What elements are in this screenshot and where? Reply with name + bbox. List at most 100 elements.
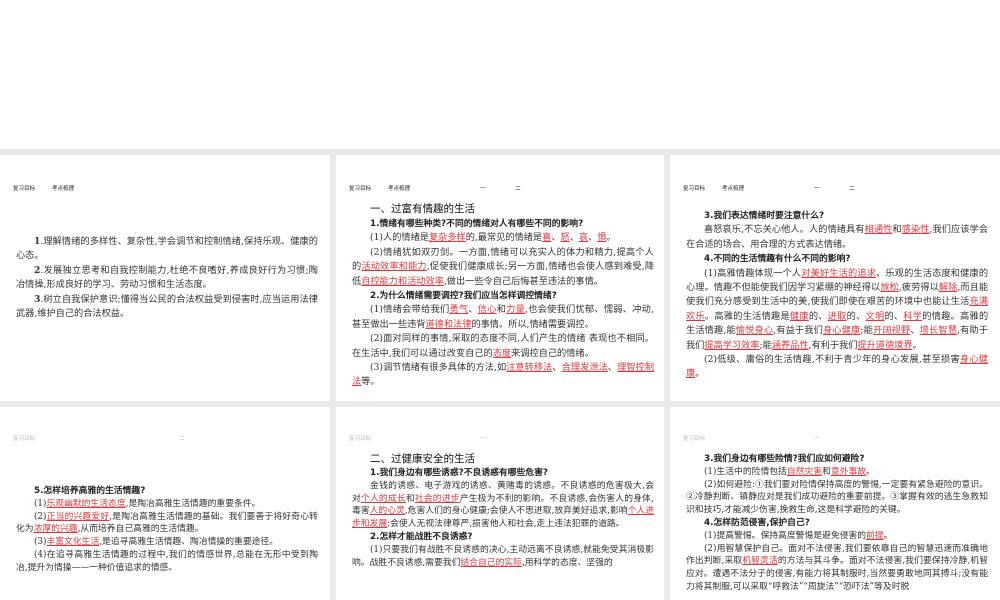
key-term: 浓厚的兴趣 [33, 524, 78, 535]
slide-body: 3.我们表达情绪时要注意什么? 喜怒哀乐,不忘关心他人。人的情绪具有相通性和感染性… [686, 209, 988, 382]
nav-tab-1[interactable]: 一 [814, 184, 820, 192]
nav-key-points[interactable]: 考点梳理 [722, 184, 744, 192]
text-run: (1)高雅情趣体现一个人 [704, 267, 802, 279]
key-term: 科学 [903, 310, 923, 322]
text-run: ,是陶冶高雅生活情趣的重要条件。 [125, 498, 261, 509]
key-term: 怒 [560, 232, 570, 244]
paragraph: (2)情绪犹如双刃剑。一方面,情绪可以充实人的体力和精力,提高个人的活动效率和能… [352, 246, 654, 289]
key-term: 信心 [477, 304, 497, 316]
text-run: .发展独立思考和自我控制能力,杜绝不良嗜好,养成良好行为习惯;陶冶情操,形成良好… [16, 264, 318, 291]
key-term: 自然灾害 [786, 466, 823, 477]
slide-1[interactable]: 复习目标 考点梳理 1.理解情绪的多样性、复杂性,学会调节和控制情绪,保持乐观、健康… [0, 155, 330, 401]
paragraph: (3)调节情绪有很多具体的方法,如注意转移法、合理发泄法、理智控制法等。 [352, 361, 654, 390]
key-term: 喜 [542, 232, 552, 244]
text-run: 喜怒哀乐,不忘关心他人。人的情绪具有 [704, 224, 865, 236]
question-heading: 2.为什么情绪需要调控?我们应当怎样调控情绪? [352, 289, 654, 303]
text-run: 和 [405, 493, 415, 504]
nav-key-points[interactable]: 考点梳理 [388, 184, 410, 192]
text-run: 的事情。所以,情绪需要调控。 [471, 318, 594, 330]
text-run: ,从而培养自己高雅的生活情趣。 [77, 524, 204, 535]
text-run: .理解情绪的多样性、复杂性,学会调节和控制情绪,保持乐观、健康的心态。 [16, 236, 318, 262]
key-term: 意外事故 [830, 466, 867, 477]
paragraph: (3)丰富文化生活,是追寻高雅生活情趣、陶冶情操的重要途径。 [16, 536, 318, 549]
key-term: 解除 [938, 282, 958, 294]
paragraph: 3.树立自我保护意识;懂得当公民的合法权益受到侵害时,应当运用法律武器,维护自己… [16, 293, 318, 322]
key-term: 个人的成长 [360, 493, 406, 504]
text-run: 来调控自己的情绪。 [511, 347, 594, 359]
nav-review-goals[interactable]: 复习目标 [13, 184, 35, 192]
key-term: 提高学习效率 [704, 339, 760, 351]
text-run: 5.怎样培养高雅的生活情趣? [34, 486, 146, 496]
nav-tab-1[interactable]: 一 [480, 184, 486, 192]
nav-tab-2[interactable]: 二 [179, 434, 185, 442]
key-term: 结合自己的实际 [460, 557, 522, 568]
text-run: (1)生活中的险情包括 [704, 466, 787, 477]
text-run: (2)如何避险:①我们要对险情保持高度的警惕,一定要有紧急避险的意识。②冷静判断… [686, 479, 988, 516]
text-run: 、 [551, 232, 561, 244]
nav-review-goals[interactable]: 复习目标 [13, 434, 35, 442]
text-run: 、 [569, 232, 579, 244]
slide-body: 一、过富有情趣的生活 1.情绪有哪些种类?不同的情绪对人有哪些不同的影响? (1)人… [352, 201, 654, 390]
slide-4[interactable]: 复习目标 二 5.怎样培养高雅的生活情趣? (1)乐观幽默的生活态度,是陶冶高雅生活情… [0, 407, 330, 600]
key-term: 前提 [866, 530, 884, 541]
text-run: 、 [588, 232, 598, 244]
text-run: (2) [34, 511, 47, 522]
section-heading: 二、过健康安全的生活 [352, 451, 654, 467]
nav-tab-2[interactable]: 二 [849, 184, 855, 192]
paragraph: 2.发展独立思考和自我控制能力,杜绝不良嗜好,养成良好行为习惯;陶冶情操,形成良… [16, 264, 318, 293]
question-heading: 4.不同的生活情趣有什么不同的影响? [686, 252, 988, 266]
slide-body: 二、过健康安全的生活 1.我们身边有哪些诱惑?不良诱惑有哪些危害? 金钱的诱惑、电子… [352, 451, 654, 569]
paragraph: (1)人的情绪是复杂多样的,最常见的情绪是喜、怒、哀、惧。 [352, 231, 654, 245]
text-run: 、 [552, 362, 562, 374]
slide-5[interactable]: 复习目标 一二、过健康安全的生活 1.我们身边有哪些诱惑?不良诱惑有哪些危害? 金钱的… [336, 407, 664, 600]
text-run: 2.为什么情绪需要调控?我们应当怎样调控情绪? [370, 291, 557, 302]
question-heading: 1.情绪有哪些种类?不同的情绪对人有哪些不同的影响? [352, 217, 654, 231]
key-term: 复杂多样 [428, 232, 466, 244]
paragraph: (1)提高警惕。保持高度警惕是避免侵害的前提。 [686, 530, 988, 543]
paragraph: 1.理解情绪的多样性、复杂性,学会调节和控制情绪,保持乐观、健康的心态。 [16, 235, 318, 264]
text-run: 。 [606, 232, 616, 244]
nav-review-goals[interactable]: 复习目标 [349, 184, 371, 192]
key-term: 丰富文化生活 [46, 537, 100, 548]
key-term: 进取 [827, 310, 847, 322]
text-run: (1) [34, 498, 47, 509]
nav-review-goals[interactable]: 复习目标 [683, 434, 705, 442]
slide-body: 5.怎样培养高雅的生活情趣? (1)乐观幽默的生活态度,是陶冶高雅生活情趣的重要条… [16, 485, 318, 575]
text-run: 、 [468, 304, 478, 316]
text-run: ,用科学的态度、坚强的 [521, 557, 613, 568]
text-run: ,做出一些令自己后悔甚至违法的事情。 [443, 275, 603, 287]
text-run: 3.我们身边有哪些险情?我们应如何避险? [704, 454, 865, 464]
key-term: 乐观幽默的生活态度 [46, 498, 126, 509]
key-term: 态度 [492, 347, 512, 359]
slide-6[interactable]: 复习目标 一 3.我们身边有哪些险情?我们应如何避险? (1)生活中的险情包括自然灾害… [670, 407, 1000, 600]
key-term: 对美好生活的追求 [801, 267, 877, 279]
key-term: 道德和法律 [425, 318, 472, 330]
key-term: 增长智慧 [919, 325, 958, 337]
nav-review-goals[interactable]: 复习目标 [683, 184, 705, 192]
text-run: ;能 [759, 339, 772, 351]
text-run: 二、过健康安全的生活 [370, 453, 475, 465]
nav-review-goals[interactable]: 复习目标 [349, 434, 371, 442]
text-run: ,是追寻高雅生活情趣、陶冶情操的重要途径。 [99, 537, 279, 548]
text-run: 1.我们身边有哪些诱惑?不良诱惑有哪些危害? [370, 468, 549, 478]
paragraph: (2)面对同样的事情,采取的态度不同,人们产生的情绪 表现也不相同。在生活中,我… [352, 332, 654, 361]
text-run: (3) [34, 537, 47, 548]
question-heading: 2.怎样才能战胜不良诱惑? [352, 531, 654, 544]
slide-3[interactable]: 复习目标 考点梳理 一 二 3.我们表达情绪时要注意什么? 喜怒哀乐,不忘关心他人。人的情… [670, 155, 1000, 401]
paragraph: (2)如何避险:①我们要对险情保持高度的警惕,一定要有紧急避险的意识。②冷静判断… [686, 479, 988, 517]
key-term: 感染性 [901, 224, 930, 236]
nav-tab-2[interactable]: 二 [515, 184, 521, 192]
text-run: 1.情绪有哪些种类?不同的情绪对人有哪些不同的影响? [370, 219, 584, 229]
text-run: .树立自我保护意识;懂得当公民的合法权益受到侵害时,应当运用法律武器,维护自己的… [16, 293, 318, 320]
slide-2[interactable]: 复习目标 考点梳理 一 二一、过富有情趣的生活 1.情绪有哪些种类?不同的情绪对人有哪些… [336, 155, 664, 401]
nav-tab-1[interactable]: 一 [814, 434, 820, 442]
slide-body: 1.理解情绪的多样性、复杂性,学会调节和控制情绪,保持乐观、健康的心态。 2.发展… [16, 235, 318, 321]
paragraph: (1)情绪会带给我们勇气、信心和力量,也会使我们忧郁、懦弱、冲动,甚至做出一些违… [352, 303, 654, 332]
key-term: 提升道德境界 [857, 339, 913, 351]
nav-key-points[interactable]: 考点梳理 [52, 184, 74, 192]
nav-tab-1[interactable]: 一 [480, 434, 486, 442]
key-term: 愉悦身心 [735, 325, 774, 337]
paragraph: (2)正当的兴趣爱好,是陶冶高雅生活情趣的基础。我们要善于将好奇心转化为浓厚的兴… [16, 511, 318, 537]
key-term: 自控能力和活动效率 [361, 275, 444, 287]
text-run: 。 [695, 368, 705, 380]
